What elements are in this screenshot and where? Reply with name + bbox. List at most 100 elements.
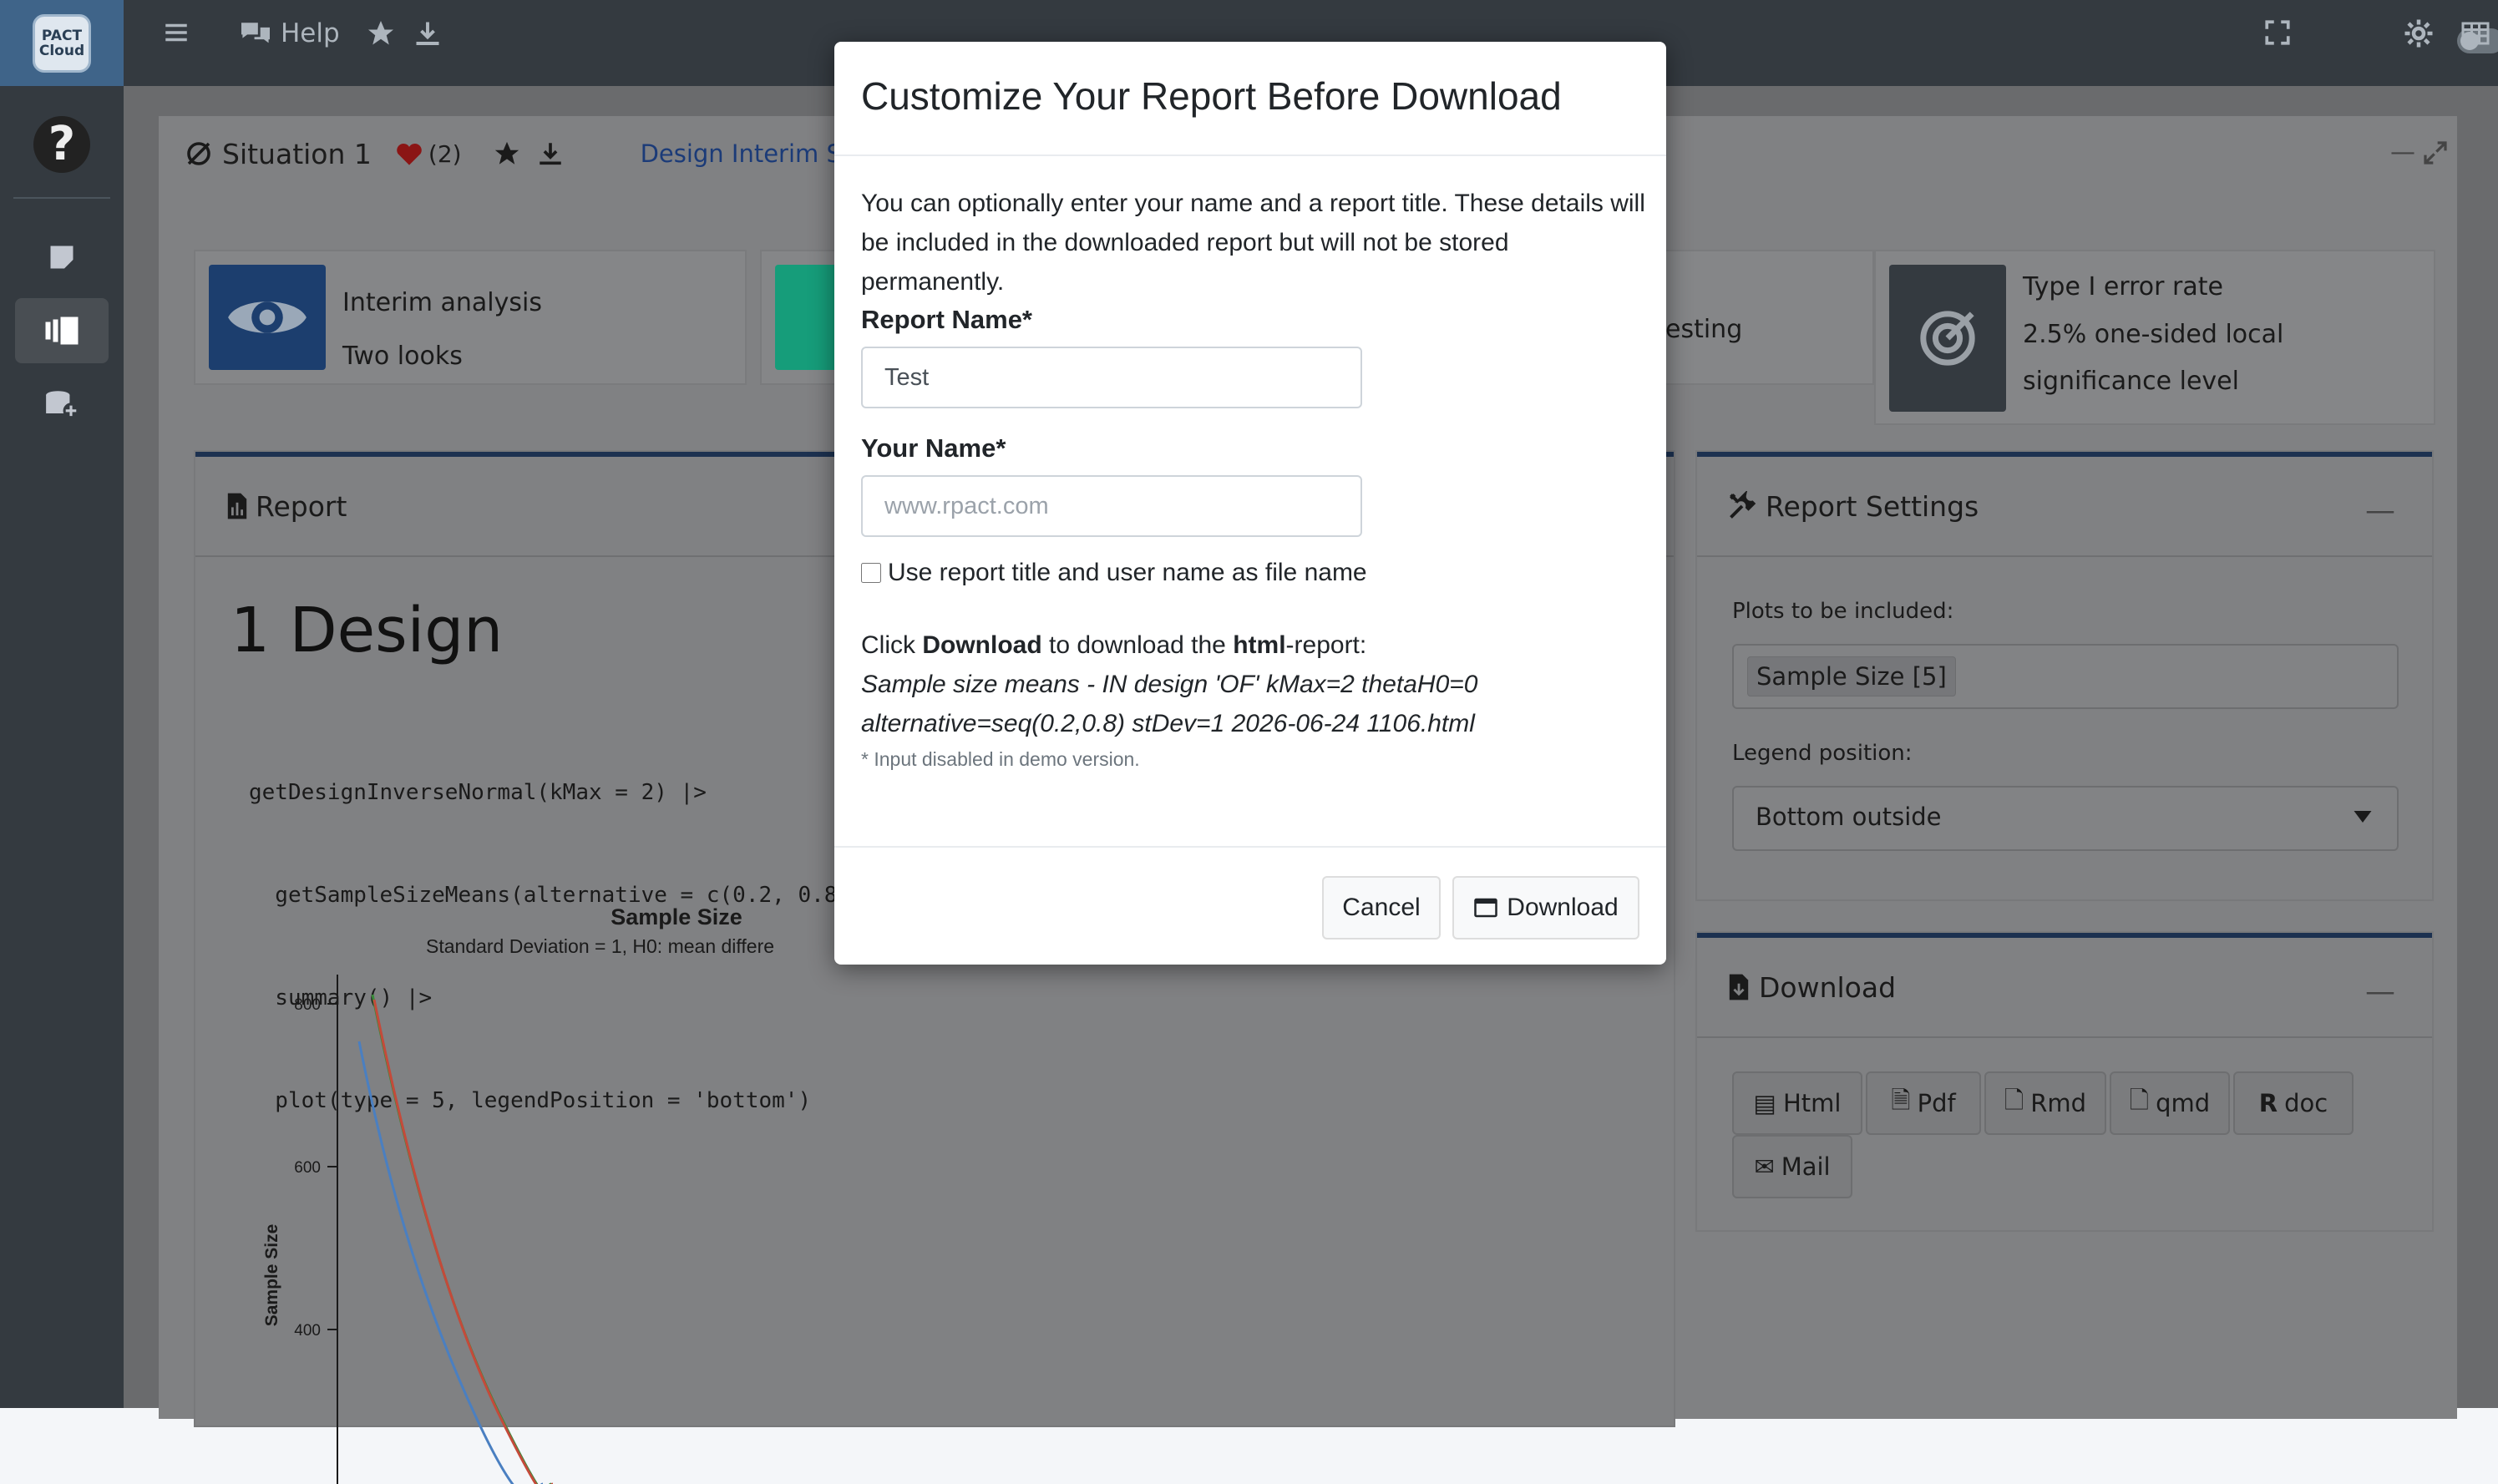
report-settings-header: Report Settings xyxy=(1697,457,2432,557)
collapse-icon[interactable]: — xyxy=(2365,494,2395,528)
pdf-button[interactable]: 🗎 Pdf xyxy=(1866,1071,1981,1135)
star-icon[interactable] xyxy=(366,18,396,56)
your-name-label: Your Name* xyxy=(861,433,1006,463)
filename-checkbox-row: Use report title and user name as file n… xyxy=(861,559,1639,587)
fullscreen-icon[interactable] xyxy=(2263,18,2292,54)
chart-series xyxy=(357,994,553,1484)
sidebar-divider xyxy=(13,197,110,199)
grid-icon[interactable] xyxy=(2460,18,2490,56)
series-line xyxy=(371,994,551,1484)
window-icon: ▤ xyxy=(1753,1089,1776,1117)
sidebar-item-situations[interactable] xyxy=(15,298,109,363)
filename-checkbox-label[interactable]: Use report title and user name as file n… xyxy=(888,559,1367,587)
info-box-subtitle: 2.5% one-sided local significance level xyxy=(2023,320,2284,396)
y-tick-label: 600 xyxy=(294,1159,321,1177)
file-download-icon xyxy=(1729,974,1749,1000)
legend-position-select[interactable]: Bottom outside xyxy=(1732,786,2399,851)
download-button[interactable]: Download xyxy=(1452,876,1639,940)
minimize-icon[interactable]: — xyxy=(2390,138,2415,167)
download-icon[interactable] xyxy=(535,139,565,168)
button-label: doc xyxy=(2284,1089,2328,1117)
clone-icon xyxy=(45,317,79,345)
mail-button[interactable]: ✉ Mail xyxy=(1732,1135,1852,1198)
html-word: html xyxy=(1233,631,1286,659)
expand-icon[interactable] xyxy=(2422,139,2449,166)
modal-header: Customize Your Report Before Download xyxy=(834,42,1666,156)
download-panel: Download — ▤ Html 🗎 Pdf 🗋 Rmd 🗋 qmd Rdoc ✉ Ma… xyxy=(1697,933,2432,1230)
file-code-icon: 🗋 xyxy=(2004,1085,2024,1114)
report-panel-title: Report xyxy=(256,489,347,523)
bullseye-icon xyxy=(1889,265,2006,412)
star-icon[interactable] xyxy=(492,139,522,168)
button-label: Rmd xyxy=(2030,1089,2087,1117)
plot-tag[interactable]: Sample Size [5] xyxy=(1747,656,1956,696)
report-suffix: -report: xyxy=(1285,631,1367,659)
click-text: Click xyxy=(861,631,915,659)
brand-area[interactable]: PACT Cloud xyxy=(0,0,124,86)
to-download-text: to download the xyxy=(1049,631,1226,659)
report-name-input[interactable] xyxy=(861,347,1362,408)
collapse-icon[interactable]: — xyxy=(2365,975,2395,1009)
html-button[interactable]: ▤ Html xyxy=(1732,1071,1862,1135)
modal-title: Customize Your Report Before Download xyxy=(861,74,1562,118)
tools-icon xyxy=(1730,491,1756,519)
y-ticks: 400 600 800 xyxy=(294,996,337,1340)
sidebar-item-database[interactable] xyxy=(15,372,109,437)
button-label: Html xyxy=(1782,1089,1842,1117)
logo-text-line1: PACT xyxy=(41,27,83,44)
report-filename: Sample size means - IN design 'OF' kMax=… xyxy=(861,671,1478,737)
file-chart-icon xyxy=(227,493,247,519)
sample-size-chart: Sample Size Standard Deviation = 1, H0: … xyxy=(262,904,774,1484)
legend-label: Legend position: xyxy=(1732,741,1913,766)
y-tick-label: 400 xyxy=(294,1322,321,1340)
logo-text-line2: Cloud xyxy=(38,42,85,59)
help-circle-icon[interactable]: ? xyxy=(33,116,90,173)
button-label: Pdf xyxy=(1917,1089,1956,1117)
download-label: Download xyxy=(1507,894,1619,921)
likes-count: (2) xyxy=(428,139,462,168)
file-arrow-icon: 🗋 xyxy=(2129,1085,2150,1114)
heart-icon[interactable] xyxy=(395,141,423,166)
help-link[interactable]: Help xyxy=(239,18,340,48)
demo-note: * Input disabled in demo version. xyxy=(861,748,1140,770)
series-line xyxy=(372,999,553,1484)
y-tick-label: 800 xyxy=(294,996,321,1014)
modal-body: You can optionally enter your name and a… xyxy=(861,184,1645,771)
envelope-icon: ✉ xyxy=(1754,1152,1775,1181)
series-line xyxy=(357,1041,543,1484)
comments-icon xyxy=(241,23,270,43)
info-box-title: Interim analysis xyxy=(342,288,542,317)
file-pdf-icon: 🗎 xyxy=(1891,1085,1911,1114)
plots-select[interactable]: Sample Size [5] xyxy=(1732,644,2399,709)
button-label: qmd xyxy=(2156,1089,2211,1117)
modal-footer: Cancel Download xyxy=(834,846,1666,965)
situation-title: Situation 1 xyxy=(222,137,372,170)
caret-down-icon xyxy=(2354,811,2372,823)
filename-checkbox[interactable] xyxy=(861,563,881,583)
r-logo-icon: R xyxy=(2258,1089,2278,1117)
qmd-button[interactable]: 🗋 qmd xyxy=(2110,1071,2230,1135)
doc-button[interactable]: Rdoc xyxy=(2233,1071,2354,1135)
sidebar-item-new[interactable] xyxy=(15,225,109,290)
cancel-label: Cancel xyxy=(1342,894,1421,921)
legend-position-value: Bottom outside xyxy=(1756,803,1942,831)
chart-subtitle: Standard Deviation = 1, H0: mean differe xyxy=(426,935,774,957)
rmd-button[interactable]: 🗋 Rmd xyxy=(1984,1071,2106,1135)
info-box-type-i-error: Type I error rate 2.5% one-sided local s… xyxy=(1876,251,2434,423)
button-label: Mail xyxy=(1781,1152,1831,1181)
download-panel-title: Download xyxy=(1759,970,1897,1004)
report-settings-title: Report Settings xyxy=(1766,489,1979,523)
download-icon[interactable] xyxy=(413,18,443,56)
cancel-button[interactable]: Cancel xyxy=(1322,876,1441,940)
report-name-label: Report Name* xyxy=(861,305,1032,334)
modal-intro-text: You can optionally enter your name and a… xyxy=(861,190,1645,296)
square-icon xyxy=(50,246,73,269)
gear-icon[interactable] xyxy=(2404,18,2434,56)
plots-label: Plots to be included: xyxy=(1732,599,1954,624)
rpact-cloud-logo: PACT Cloud xyxy=(33,13,91,73)
chart-title: Sample Size xyxy=(611,904,742,929)
download-instructions: Click Download to download the html-repo… xyxy=(861,626,1639,665)
info-box-subtitle: Two looks xyxy=(342,342,463,371)
your-name-input[interactable] xyxy=(861,475,1362,537)
hamburger-menu-icon[interactable] xyxy=(162,18,190,54)
